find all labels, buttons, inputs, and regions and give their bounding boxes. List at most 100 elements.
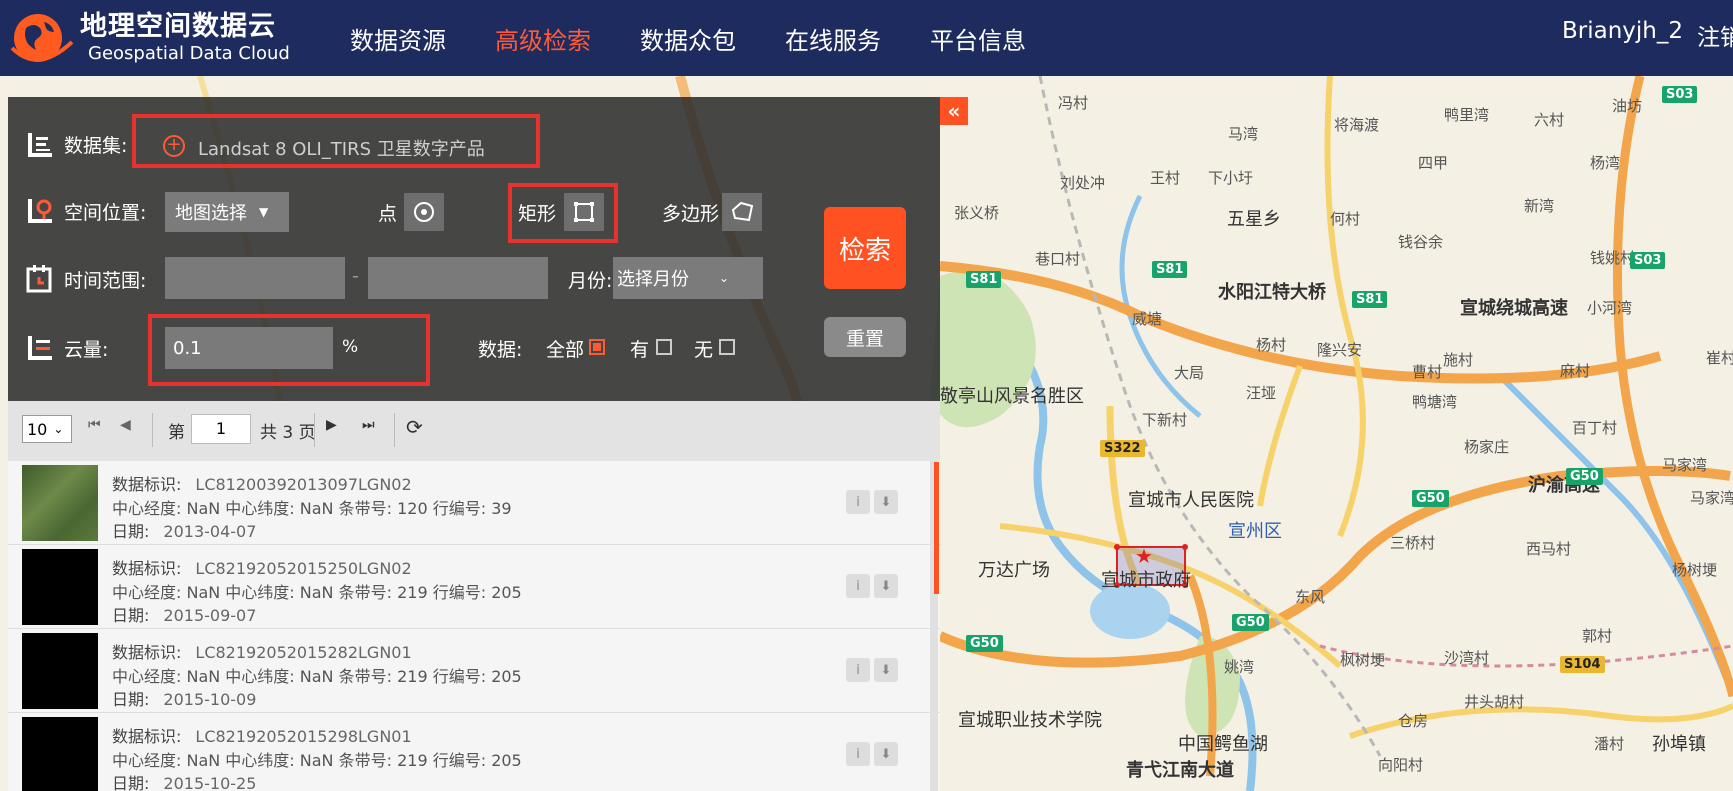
map-label: 新湾 <box>1524 197 1555 215</box>
site-logo[interactable]: 地理空间数据云 Geospatial Data Cloud <box>8 6 298 70</box>
calendar-icon <box>26 265 52 293</box>
option-has-label: 有 <box>630 339 650 361</box>
search-panel: 数据集: + Landsat 8 OLI_TIRS 卫星数字产品 空间位置: 地… <box>8 97 940 401</box>
date-label: 日期: <box>112 690 150 709</box>
point-tool-button[interactable] <box>404 193 444 231</box>
map-label: 施村 <box>1443 351 1474 369</box>
road-shield: G50 <box>1412 490 1449 507</box>
month-dropdown[interactable]: 选择月份 ⌄ <box>613 257 763 299</box>
result-id-line: 数据标识: LC82192052015298LGN01 <box>112 723 412 747</box>
map-label: 鸭里湾 <box>1444 106 1490 124</box>
caret-down-icon: ▼ <box>259 205 269 219</box>
collapse-panel-button[interactable]: « <box>940 97 968 125</box>
result-date-line: 日期: 2015-10-25 <box>112 770 256 791</box>
scene-date: 2013-04-07 <box>163 522 257 541</box>
map-label: 将海渡 <box>1334 116 1380 134</box>
username-link[interactable]: Brianyjh_2 <box>1562 18 1683 44</box>
download-icon[interactable]: ⬇ <box>874 742 898 766</box>
main-nav: 数据资源 高级检索 数据众包 在线服务 平台信息 <box>350 0 1075 76</box>
result-item[interactable]: 数据标识: LC82192052015298LGN01 中心经度: NaN 中心纬… <box>8 713 940 791</box>
page-number-input[interactable]: 1 <box>191 414 251 444</box>
result-item[interactable]: 数据标识: LC82192052015282LGN01 中心经度: NaN 中心纬… <box>8 629 940 713</box>
info-icon[interactable]: i <box>846 490 870 514</box>
highlight-box-cloud <box>148 314 430 386</box>
map-label: 四甲 <box>1418 154 1449 172</box>
road-shield: S81 <box>1152 261 1188 278</box>
info-icon[interactable]: i <box>846 574 870 598</box>
globe-logo-icon <box>10 14 74 62</box>
nav-crowdsourcing[interactable]: 数据众包 <box>640 21 736 56</box>
map-label: 鸭塘湾 <box>1412 393 1458 411</box>
scene-thumbnail[interactable] <box>22 717 98 791</box>
page-size-select[interactable]: 10 ⌄ <box>22 415 72 443</box>
end-date-input[interactable] <box>368 257 548 299</box>
map-label: 杨家庄 <box>1464 438 1510 456</box>
map-label: 五星乡 <box>1227 209 1281 230</box>
nav-platform-info[interactable]: 平台信息 <box>930 21 1026 56</box>
road-shield: G50 <box>1566 468 1603 485</box>
logo-subtitle: Geospatial Data Cloud <box>88 43 290 64</box>
road-shield: S03 <box>1662 86 1698 103</box>
month-dropdown-value: 选择月份 <box>617 269 689 290</box>
page-total: 共 3 页 <box>260 423 316 443</box>
result-date-line: 日期: 2015-10-09 <box>112 686 256 710</box>
id-label: 数据标识: <box>112 475 182 494</box>
info-icon[interactable]: i <box>846 658 870 682</box>
result-item[interactable]: 数据标识: LC81200392013097LGN02 中心经度: NaN 中心纬… <box>8 461 940 545</box>
info-icon[interactable]: i <box>846 742 870 766</box>
map-label: 姚湾 <box>1224 658 1255 676</box>
result-date-line: 日期: 2013-04-07 <box>112 518 256 542</box>
prev-page-icon[interactable]: ◀ <box>120 417 131 433</box>
road-shield: S322 <box>1100 440 1145 457</box>
map-label: 水阳江特大桥 <box>1218 282 1326 303</box>
option-none-checkbox[interactable] <box>719 339 735 355</box>
result-date-line: 日期: 2015-09-07 <box>112 602 256 626</box>
download-icon[interactable]: ⬇ <box>874 658 898 682</box>
first-page-icon[interactable]: ⏮ <box>88 417 101 433</box>
result-item[interactable]: 数据标识: LC82192052015250LGN02 中心经度: NaN 中心纬… <box>8 545 940 629</box>
date-label: 日期: <box>112 606 150 625</box>
download-icon[interactable]: ⬇ <box>874 574 898 598</box>
polygon-tool-button[interactable] <box>722 193 762 231</box>
search-button[interactable]: 检索 <box>824 207 906 289</box>
option-all-label: 全部 <box>546 339 585 361</box>
location-dropdown-value: 地图选择 <box>175 203 247 224</box>
result-coords: 中心经度: NaN 中心纬度: NaN 条带号: 219 行编号: 205 <box>112 751 522 770</box>
scene-thumbnail[interactable] <box>22 549 98 625</box>
road-shield: S81 <box>966 271 1002 288</box>
next-page-icon[interactable]: ▶ <box>326 417 337 433</box>
map-label: 井头胡村 <box>1464 693 1525 711</box>
download-icon[interactable]: ⬇ <box>874 490 898 514</box>
nav-online-services[interactable]: 在线服务 <box>785 21 881 56</box>
scene-thumbnail[interactable] <box>22 633 98 709</box>
option-has-checkbox[interactable] <box>656 339 672 355</box>
map-label: 何村 <box>1330 210 1361 228</box>
polygon-label: 多边形 <box>662 203 720 225</box>
nav-data-resources[interactable]: 数据资源 <box>350 21 446 56</box>
chevron-down-icon: ⌄ <box>53 422 64 436</box>
map-label: 宣州区 <box>1228 521 1282 542</box>
map-label: 巷口村 <box>1035 250 1081 268</box>
option-all-checkbox[interactable] <box>589 339 605 355</box>
map-label: 六村 <box>1534 111 1565 129</box>
page-size-value: 10 <box>27 419 48 439</box>
map-label: 仓房 <box>1398 712 1429 730</box>
last-page-icon[interactable]: ⏭ <box>362 417 375 433</box>
scene-thumbnail[interactable] <box>22 465 98 541</box>
start-date-input[interactable] <box>165 257 345 299</box>
map-label: 百丁村 <box>1572 419 1618 437</box>
map-label: 汪垭 <box>1246 384 1277 402</box>
map-label: 潘村 <box>1594 735 1625 753</box>
location-dropdown[interactable]: 地图选择 ▼ <box>165 192 289 232</box>
nav-advanced-search[interactable]: 高级检索 <box>495 21 591 56</box>
reset-button[interactable]: 重置 <box>824 317 906 357</box>
id-label: 数据标识: <box>112 643 182 662</box>
logout-link[interactable]: 注销 <box>1697 18 1733 52</box>
time-range-label: 时间范围: <box>64 270 147 292</box>
results-scrollbar-thumb[interactable] <box>934 462 939 594</box>
refresh-icon[interactable]: ⟳ <box>406 415 423 439</box>
result-id-line: 数据标识: LC82192052015282LGN01 <box>112 639 412 663</box>
result-coords: 中心经度: NaN 中心纬度: NaN 条带号: 219 行编号: 205 <box>112 667 522 686</box>
map-label: 杨树埂 <box>1672 561 1718 579</box>
map-label: 敬亭山风景名胜区 <box>940 386 1084 407</box>
